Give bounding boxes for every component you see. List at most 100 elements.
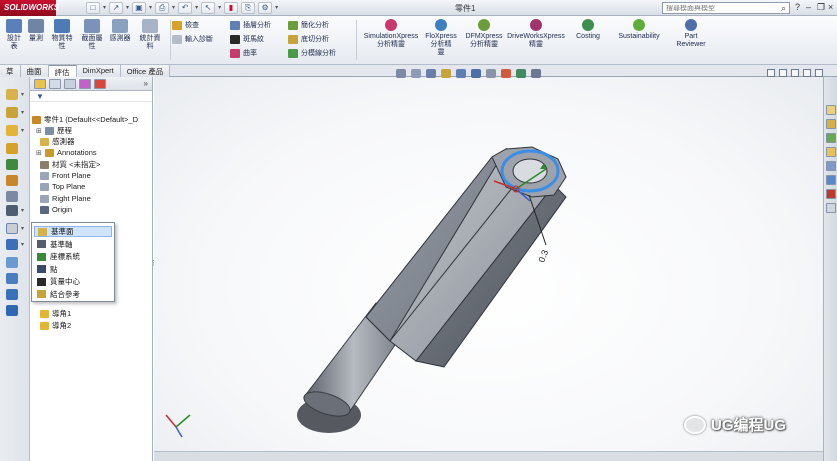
tree-item[interactable]: 導角1 bbox=[40, 308, 71, 319]
restore-icon[interactable]: ❐ bbox=[817, 2, 825, 13]
dfmxpress-button[interactable]: DFMXpress 分析精靈 bbox=[462, 19, 506, 49]
tree-item[interactable]: Top Plane bbox=[40, 182, 85, 191]
new-document-icon[interactable]: □ bbox=[86, 1, 100, 14]
task-pane-expand-icon[interactable] bbox=[826, 203, 836, 213]
menu-item-reference-axis[interactable]: 基準軸 bbox=[34, 239, 112, 250]
dimxpert-manager-tab-icon[interactable] bbox=[79, 79, 91, 89]
tree-item[interactable]: ⊞ 歷程 bbox=[36, 125, 72, 136]
design-library-icon[interactable] bbox=[826, 119, 836, 129]
rib-icon[interactable] bbox=[6, 159, 18, 170]
custom-properties-icon[interactable] bbox=[826, 175, 836, 185]
rebuild-icon[interactable]: ▮ bbox=[224, 1, 239, 14]
draft-icon[interactable] bbox=[6, 175, 18, 186]
tree-item[interactable]: Front Plane bbox=[40, 171, 91, 180]
check-button[interactable]: 檢查 bbox=[172, 20, 199, 30]
edit-appearance-icon[interactable] bbox=[501, 69, 511, 78]
menu-item-reference-plane[interactable]: 基準面 bbox=[34, 226, 112, 237]
undo-dropdown-icon[interactable]: ▾ bbox=[195, 4, 198, 11]
print-icon[interactable]: ⎙ bbox=[155, 1, 170, 14]
tile-icon[interactable] bbox=[767, 69, 775, 77]
apply-scene-icon[interactable] bbox=[516, 69, 526, 78]
view-palette-icon[interactable] bbox=[826, 147, 836, 157]
menu-item-mate-reference[interactable]: 結合參考 bbox=[34, 289, 112, 300]
parting-line-analysis-button[interactable]: 分模線分析 bbox=[288, 48, 336, 58]
save-icon[interactable]: ▣ bbox=[132, 1, 147, 14]
dropdown-icon[interactable]: ▾ bbox=[21, 207, 24, 214]
extrude-icon[interactable] bbox=[6, 89, 18, 100]
dropdown-icon[interactable]: ▾ bbox=[21, 91, 24, 98]
zebra-stripes-button[interactable]: 斑馬紋 bbox=[230, 34, 264, 44]
tree-item[interactable]: 材質 <未指定> bbox=[40, 159, 100, 170]
driveworksxpress-button[interactable]: DriveWorksXpress 精靈 bbox=[506, 19, 566, 49]
rotate-icon[interactable] bbox=[6, 289, 18, 300]
solidworks-forum-icon[interactable] bbox=[826, 189, 836, 199]
floxpress-button[interactable]: FloXpress 分析精靈 bbox=[420, 19, 462, 57]
measure-button[interactable]: 量測 bbox=[22, 19, 50, 43]
dropdown-icon[interactable]: ▾ bbox=[21, 241, 24, 248]
zoom-to-area-icon[interactable] bbox=[411, 69, 421, 78]
help-icon[interactable]: ? bbox=[795, 2, 800, 12]
tab-1[interactable]: 曲面 bbox=[20, 65, 49, 77]
instant3d-icon[interactable] bbox=[6, 257, 18, 268]
solidworks-logo[interactable]: SOLIDWORKS bbox=[0, 0, 59, 16]
configuration-manager-tab-icon[interactable] bbox=[64, 79, 76, 89]
dimension-label[interactable]: 0.3 bbox=[536, 249, 550, 264]
fillet-icon[interactable] bbox=[6, 125, 18, 136]
draft-analysis-button[interactable]: 插層分析 bbox=[230, 20, 271, 30]
display-style-icon[interactable] bbox=[471, 69, 481, 78]
tree-item[interactable]: 感測器 bbox=[40, 136, 75, 147]
tree-item[interactable]: ⊞ Annotations bbox=[36, 148, 97, 157]
options-icon[interactable]: ⚙ bbox=[258, 1, 273, 14]
filter-bar[interactable]: ▼ bbox=[30, 91, 152, 102]
tab-4[interactable]: Office 產品 bbox=[120, 65, 171, 77]
tree-item[interactable]: Origin bbox=[40, 205, 72, 214]
appearances-icon[interactable] bbox=[826, 161, 836, 171]
dropdown-icon[interactable]: ▾ bbox=[21, 109, 24, 116]
simulationxpress-button[interactable]: SimulationXpress 分析精靈 bbox=[362, 19, 420, 49]
zoom-to-fit-icon[interactable] bbox=[396, 69, 406, 78]
dropdown-icon[interactable]: ▾ bbox=[21, 225, 24, 232]
revolve-icon[interactable] bbox=[6, 107, 18, 118]
curves-icon[interactable] bbox=[6, 239, 18, 250]
tree-item[interactable]: Right Plane bbox=[40, 194, 91, 203]
statistics-button[interactable]: 統計資料 bbox=[136, 19, 164, 51]
view-settings-icon[interactable] bbox=[531, 69, 541, 78]
file-explorer-icon[interactable] bbox=[826, 133, 836, 143]
section-view-icon[interactable] bbox=[441, 69, 451, 78]
expand-icon[interactable]: ⊞ bbox=[36, 127, 42, 135]
display-manager-tab-icon[interactable] bbox=[94, 79, 106, 89]
model-canvas[interactable]: 0.3 bbox=[154, 77, 823, 461]
move-icon[interactable] bbox=[6, 273, 18, 284]
file-properties-icon[interactable]: ⎘ bbox=[241, 1, 256, 14]
options-dropdown-icon[interactable]: ▾ bbox=[275, 4, 278, 11]
reference-geometry-icon[interactable] bbox=[6, 223, 18, 234]
open-dropdown-icon[interactable]: ▾ bbox=[126, 4, 129, 11]
undercut-analysis-button[interactable]: 簡化分析 bbox=[288, 20, 329, 30]
view-orientation-icon[interactable] bbox=[456, 69, 466, 78]
parting-analysis-button[interactable]: 底切分析 bbox=[288, 34, 329, 44]
shell-icon[interactable] bbox=[6, 143, 18, 154]
wrap-icon[interactable] bbox=[6, 191, 18, 202]
close-icon[interactable]: × bbox=[828, 2, 833, 12]
expand-panel-icon[interactable]: » bbox=[144, 79, 148, 88]
menu-item-coordinate-system[interactable]: 座標系統 bbox=[34, 251, 112, 262]
tree-item[interactable]: 導角2 bbox=[40, 320, 71, 331]
save-dropdown-icon[interactable]: ▾ bbox=[149, 4, 152, 11]
new-dropdown-icon[interactable]: ▾ bbox=[103, 4, 106, 11]
search-box[interactable]: ⌕ bbox=[662, 2, 790, 14]
tab-3[interactable]: DimXpert bbox=[76, 65, 121, 77]
feature-manager-tab-icon[interactable] bbox=[34, 79, 46, 89]
curvature-button[interactable]: 曲率 bbox=[230, 48, 257, 58]
hide-show-items-icon[interactable] bbox=[486, 69, 496, 78]
minimize-icon[interactable]: – bbox=[806, 2, 811, 12]
undo-icon[interactable]: ↶ bbox=[178, 1, 193, 14]
graphics-area[interactable]: 0.3 bbox=[154, 77, 823, 461]
linear-pattern-icon[interactable] bbox=[6, 205, 18, 216]
menu-item-point[interactable]: 點 bbox=[34, 264, 112, 275]
doc-minimize-icon[interactable] bbox=[791, 69, 799, 77]
status-scrollbar[interactable] bbox=[154, 451, 823, 461]
costing-button[interactable]: Costing bbox=[566, 19, 610, 41]
resources-icon[interactable] bbox=[826, 105, 836, 115]
search-icon[interactable]: ⌕ bbox=[781, 3, 786, 14]
copy-icon[interactable] bbox=[6, 305, 18, 316]
